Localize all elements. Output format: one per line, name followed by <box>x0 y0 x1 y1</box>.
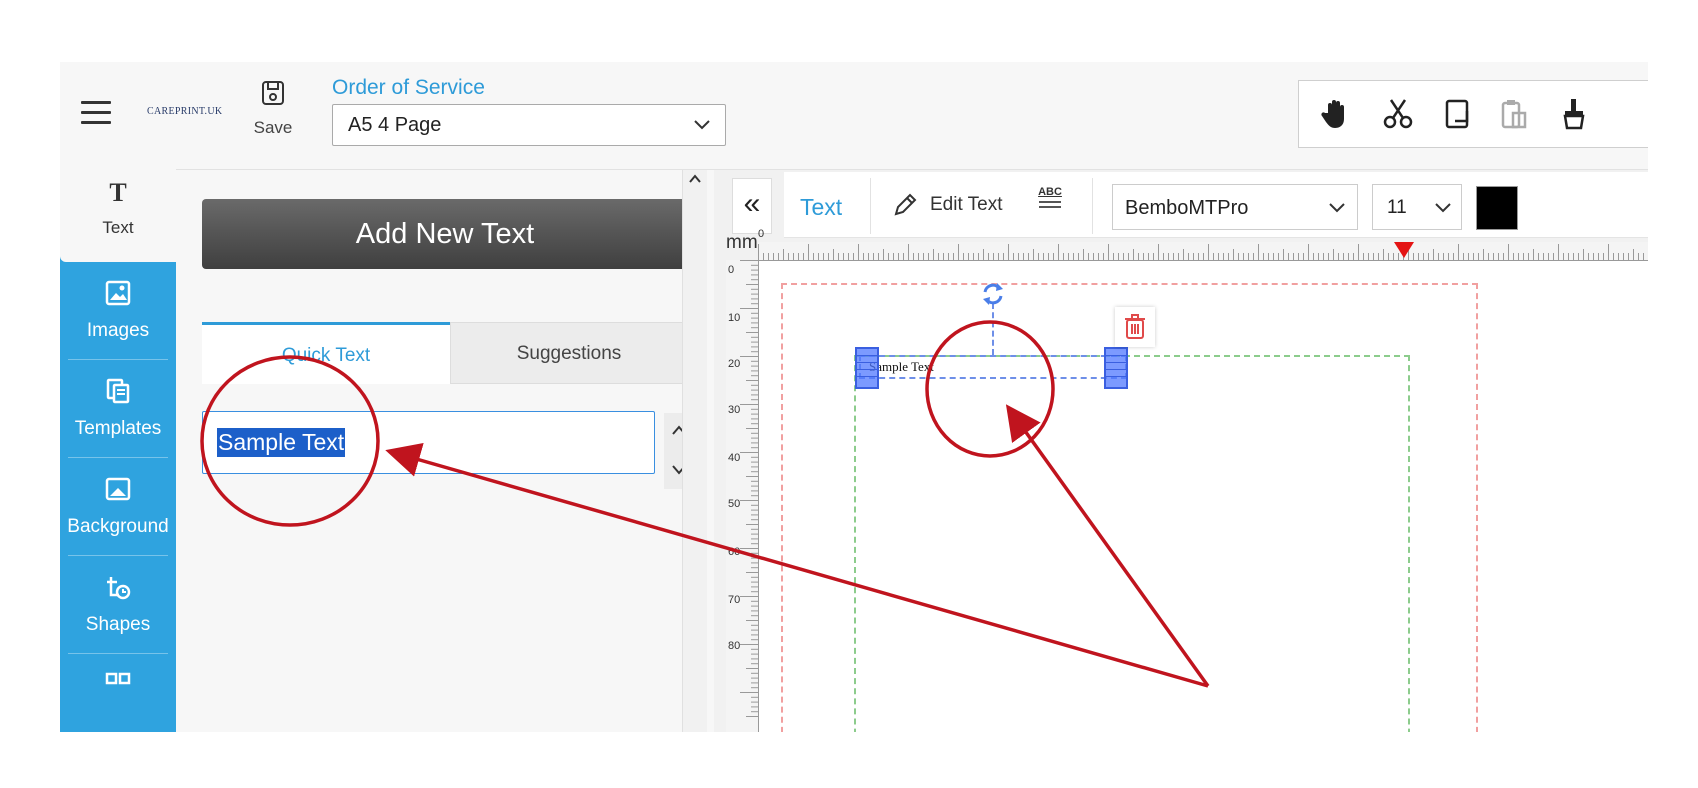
sidebar-item-background[interactable]: Background <box>60 458 176 556</box>
document-format-value: A5 4 Page <box>348 114 442 136</box>
text-icon: T <box>109 178 127 207</box>
image-icon <box>105 280 131 306</box>
sidebar-item-label: Templates <box>74 418 162 439</box>
collapse-panel-button[interactable]: « <box>732 178 772 234</box>
templates-icon <box>106 378 130 404</box>
ruler-tick-label: 40 <box>728 452 741 464</box>
copy-icon[interactable] <box>1441 97 1475 131</box>
chevron-down-icon <box>1435 203 1451 213</box>
font-size-value: 11 <box>1387 197 1407 218</box>
ruler-tick-label: 30 <box>728 404 741 416</box>
pencil-icon <box>894 193 917 216</box>
tab-suggestions[interactable]: Suggestions <box>450 322 688 384</box>
background-icon <box>105 477 131 501</box>
sidebar-item-more[interactable] <box>60 654 176 732</box>
ruler-origin-label: 0 <box>758 228 765 240</box>
text-color-swatch[interactable] <box>1476 186 1518 230</box>
sidebar-item-templates[interactable]: Templates <box>60 360 176 458</box>
add-new-text-button[interactable]: Add New Text <box>202 199 688 269</box>
quick-text-value: Sample Text <box>217 428 346 457</box>
document-title[interactable]: Order of Service <box>332 76 485 100</box>
cut-icon[interactable] <box>1381 97 1415 131</box>
text-toolbar: Text Edit Text ABC BemboMTPro 11 <box>784 172 1648 238</box>
ruler-tick-label: 0 <box>728 264 735 276</box>
sidebar-item-label: Shapes <box>85 614 151 635</box>
ruler-position-marker[interactable] <box>1394 242 1414 258</box>
sidebar-item-label: Text <box>102 218 134 237</box>
delete-element-button[interactable] <box>1115 307 1155 347</box>
trash-icon <box>1125 314 1145 339</box>
quick-text-input[interactable]: Sample Text <box>202 411 655 474</box>
hand-icon[interactable] <box>1319 97 1353 131</box>
font-family-select[interactable]: BemboMTPro <box>1112 184 1358 230</box>
save-label: Save <box>253 118 293 137</box>
grid-icon <box>105 672 131 685</box>
format-painter-icon[interactable] <box>1557 97 1591 131</box>
app-header: CAREPRINT.UK Save Order of Service A5 4 … <box>60 62 1648 170</box>
edit-toolbar <box>1298 80 1648 148</box>
rotate-icon[interactable] <box>978 279 1008 309</box>
paste-icon[interactable] <box>1497 97 1531 131</box>
design-page[interactable]: Sample Text <box>758 260 1648 732</box>
logo: CAREPRINT.UK <box>147 106 222 118</box>
font-size-select[interactable]: 11 <box>1372 184 1462 230</box>
ruler-unit-label: mm <box>726 232 758 253</box>
canvas-workspace: « Text Edit Text ABC BemboMTPro 11 mm 0 … <box>714 170 1648 732</box>
shapes-icon <box>107 577 131 600</box>
document-format-select[interactable]: A5 4 Page <box>332 104 726 146</box>
spellcheck-button[interactable]: ABC <box>1036 186 1064 220</box>
ruler-tick-label: 70 <box>728 594 741 606</box>
safe-area-guide <box>854 355 1410 732</box>
logo-text: CAREPRINT.UK <box>147 106 223 117</box>
edit-text-label: Edit Text <box>930 194 1003 215</box>
text-panel: Add New Text Quick Text Suggestions Samp… <box>176 170 714 732</box>
chevron-down-icon <box>1329 203 1345 213</box>
text-panel-tabs: Quick Text Suggestions <box>202 322 688 384</box>
spellcheck-label: ABC <box>1038 186 1062 198</box>
tab-quick-text[interactable]: Quick Text <box>202 322 450 384</box>
panel-scrollbar[interactable] <box>682 170 707 732</box>
horizontal-ruler <box>758 242 1648 260</box>
ruler-tick-label: 80 <box>728 640 741 652</box>
save-icon <box>262 81 284 105</box>
resize-handle-right[interactable] <box>1104 347 1128 389</box>
sidebar-item-label: Images <box>86 320 150 341</box>
ruler-tick-label: 50 <box>728 498 741 510</box>
sidebar-item-label: Background <box>67 516 169 537</box>
scroll-up-icon[interactable] <box>689 174 701 183</box>
resize-handle-left[interactable] <box>855 347 879 389</box>
chevron-down-icon <box>694 120 710 130</box>
ruler-tick-label: 20 <box>728 358 741 370</box>
vertical-ruler: 0 10 20 30 40 50 60 70 80 <box>726 260 758 732</box>
sidebar-item-shapes[interactable]: Shapes <box>60 556 176 654</box>
rotation-guide-line <box>992 303 994 355</box>
text-toolbar-label: Text <box>800 194 843 220</box>
sidebar-item-images[interactable]: Images <box>60 262 176 360</box>
ruler-tick-label: 10 <box>728 312 741 324</box>
sidebar-item-text[interactable]: T Text <box>60 160 176 262</box>
app-window: CAREPRINT.UK Save Order of Service A5 4 … <box>60 62 1648 732</box>
ruler-tick-label: 60 <box>728 546 741 558</box>
save-button[interactable]: Save <box>248 80 298 152</box>
font-family-value: BemboMTPro <box>1125 197 1249 219</box>
menu-icon[interactable] <box>81 101 111 125</box>
sidebar: T Text Images Templates Background Shape… <box>60 160 176 732</box>
